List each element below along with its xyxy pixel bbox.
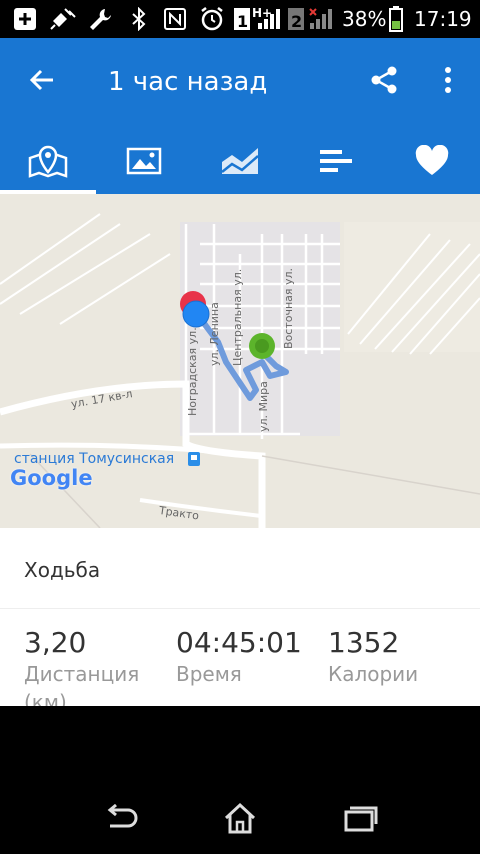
station-label: станция Томусинская (14, 451, 175, 467)
photo-icon (126, 147, 162, 175)
heart-icon (415, 145, 449, 175)
list-icon (320, 150, 352, 172)
chart-icon (221, 148, 259, 174)
tab-photos[interactable] (96, 130, 192, 192)
battery-icon (388, 6, 404, 32)
arrow-back-icon (29, 69, 53, 91)
signal-off-icon (308, 7, 336, 31)
tab-laps[interactable] (288, 130, 384, 192)
distance-label: Дистанция (24, 662, 140, 686)
nav-recents-button[interactable] (338, 798, 382, 838)
bluetooth-icon (130, 7, 148, 31)
google-logo: Google (10, 466, 93, 490)
stat-distance: 3,20 Дистанция (24, 626, 139, 688)
calories-value: 1352 (328, 626, 400, 659)
nav-home-button[interactable] (218, 798, 262, 838)
page-title: 1 час назад (108, 67, 268, 97)
sim1-label: 1 (237, 12, 249, 31)
tab-charts[interactable] (192, 130, 288, 192)
divider (0, 608, 480, 609)
tab-heart-rate[interactable] (384, 130, 480, 192)
activity-type: Ходьба (24, 558, 101, 582)
signal-icon (256, 7, 282, 31)
activity-card: Ходьба 3,20 Дистанция 04:45:01 Время 135… (0, 528, 480, 706)
street-label-lenina: ул. Ленина (208, 302, 221, 366)
map-icon (28, 145, 68, 178)
stat-calories: 1352 Калории (328, 626, 418, 688)
calories-label: Калории (328, 662, 419, 686)
street-label-nogradskaya: Ноградская ул. (186, 327, 199, 416)
wrench-icon (86, 7, 114, 31)
battery-percent: 38% (342, 7, 387, 31)
more-options-button[interactable] (428, 60, 468, 100)
system-nav-bar (0, 780, 480, 854)
time-value: 04:45:01 (176, 626, 302, 659)
add-box-icon (12, 7, 38, 31)
share-icon (371, 66, 397, 94)
alarm-icon (198, 7, 226, 31)
more-vert-icon (445, 67, 451, 93)
satellite-icon (48, 7, 78, 31)
sim2-label: 2 (291, 12, 303, 31)
street-label-mira: ул. Мира (257, 381, 270, 432)
stat-time: 04:45:01 Время (176, 626, 302, 688)
back-button[interactable] (22, 60, 62, 100)
share-button[interactable] (364, 60, 404, 100)
nav-back-button[interactable] (98, 798, 142, 838)
status-bar: 1 H+ 2 38% 17:19 (0, 0, 480, 38)
screen: 1 H+ 2 38% 17:19 1 час назад ул. 17 кв-л… (0, 0, 480, 854)
nfc-icon (162, 7, 188, 31)
current-position-marker (182, 300, 210, 328)
time-label: Время (176, 662, 242, 686)
street-label-vostochnaya: Восточная ул. (282, 267, 295, 349)
back-icon (107, 804, 138, 828)
route-map[interactable]: ул. 17 кв-л Ноградская ул. ул. Ленина Це… (0, 194, 480, 528)
app-bar: 1 час назад (0, 38, 480, 194)
distance-value: 3,20 (24, 626, 87, 659)
distance-unit: (км) (24, 690, 67, 706)
tab-map[interactable] (0, 130, 96, 192)
street-label-centralnaya: Центральная ул. (231, 268, 244, 366)
home-icon (224, 802, 256, 834)
status-time: 17:19 (414, 7, 472, 31)
recents-icon (344, 806, 378, 832)
